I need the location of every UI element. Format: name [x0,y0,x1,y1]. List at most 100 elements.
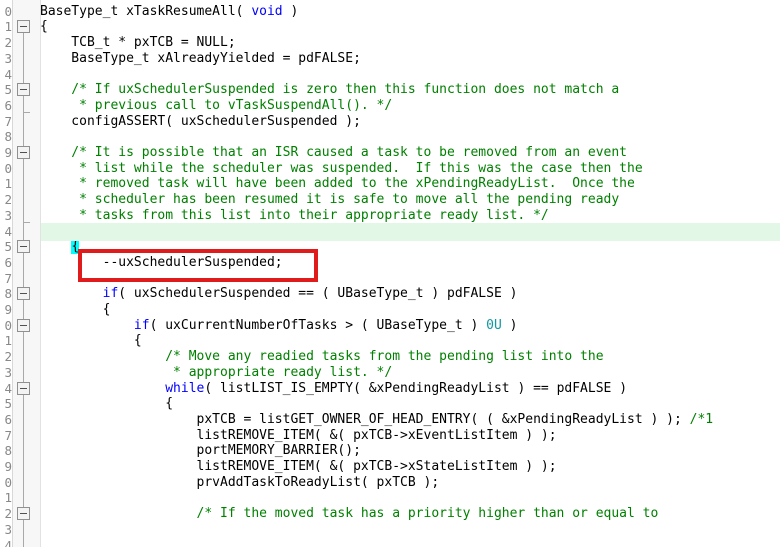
code-token: { [40,396,174,412]
code-keyword: while [165,380,205,396]
code-line[interactable]: if( uxSchedulerSuspended == ( UBaseType_… [40,286,518,302]
fold-collapse-icon[interactable] [17,507,30,521]
line-number: 6 [4,411,12,427]
line-number: 7 [4,113,12,129]
code-line[interactable] [40,129,48,145]
code-token: prvAddTaskToReadyList( pxTCB ); [40,474,440,490]
line-number: 1 [4,333,12,349]
line-number: 3 [4,207,12,223]
code-token: { [40,333,142,349]
code-line[interactable]: * appropriate ready list. */ [40,365,392,381]
code-line[interactable]: /* If uxSchedulerSuspended is zero then … [40,82,619,98]
line-number: 6 [4,97,12,113]
fold-collapse-icon[interactable] [17,146,30,159]
line-number: 7 [4,427,12,443]
line-number: 1 [4,490,12,506]
line-number: 2 [4,506,12,522]
line-number: 3 [4,364,12,380]
line-number: 4 [4,223,12,239]
code-comment: * scheduler has been resumed it is safe … [40,192,620,208]
code-line[interactable]: * tasks from this list into their approp… [40,208,549,224]
line-number: 8 [4,443,12,459]
code-line[interactable]: BaseType_t xTaskResumeAll( void ) [40,4,298,20]
code-line[interactable]: * scheduler has been resumed it is safe … [40,192,619,208]
code-line[interactable] [40,67,48,83]
code-line[interactable]: * list while the scheduler was suspended… [40,161,643,177]
line-number: 0 [4,160,12,176]
code-token: portMEMORY_BARRIER(); [40,443,361,459]
code-editor-window[interactable]: BaseType_t xTaskResumeAll( void ){ TCB_t… [0,0,780,547]
line-number: 4 [4,537,12,547]
line-number: 3 [4,521,12,537]
code-line[interactable] [40,271,48,287]
code-token: ) [501,317,518,333]
code-comment: * appropriate ready list. */ [40,364,393,380]
line-number: 9 [4,459,12,474]
line-number-column: 9012345678901234567890123456789012345678… [0,0,12,547]
code-line[interactable]: while( listLIST_IS_EMPTY( &xPendingReady… [40,381,627,397]
line-number: 4 [4,380,12,396]
code-token: BaseType_t xTaskResumeAll( [40,3,252,19]
code-token: listREMOVE_ITEM( &( pxTCB->xEventListIte… [40,427,557,443]
code-line[interactable]: * previous call to vTaskSuspendAll(). */ [40,98,392,114]
code-line[interactable]: { [40,396,173,412]
code-keyword: if [133,317,150,333]
current-line-highlight [0,222,780,241]
fold-collapse-icon[interactable] [17,318,30,332]
code-line[interactable]: listREMOVE_ITEM( &( pxTCB->xEventListIte… [40,428,557,444]
fold-collapse-icon[interactable] [17,287,30,301]
line-number: 2 [4,192,12,208]
code-number: 0U [486,317,502,333]
line-number: 0 [4,317,12,333]
fold-collapse-icon[interactable] [17,381,30,395]
editor-gutter[interactable]: 9012345678901234567890123456789012345678… [0,0,41,547]
code-line[interactable]: TCB_t * pxTCB = NULL; [40,35,235,51]
code-token: BaseType_t xAlreadyYielded = pdFALSE; [40,50,361,66]
line-number: 1 [4,176,12,192]
code-line[interactable]: { [40,19,48,35]
code-line[interactable]: * removed task will have been added to t… [40,176,635,192]
code-keyword: void [251,3,283,19]
code-line[interactable]: /* If the moved task has a priority high… [40,506,659,522]
line-number: 5 [4,82,12,98]
fold-collapse-icon[interactable] [17,83,30,97]
code-line[interactable]: configASSERT( uxSchedulerSuspended ); [40,114,361,130]
fold-end-tick [23,111,30,113]
code-comment: * tasks from this list into their approp… [40,207,549,223]
code-token: ( listLIST_IS_EMPTY( &xPendingReadyList … [204,380,628,396]
code-line[interactable] [40,490,48,506]
fold-collapse-icon[interactable] [17,20,30,34]
line-number: 2 [4,35,12,51]
code-comment: /* It is possible that an ISR caused a t… [40,145,627,160]
fold-collapse-icon[interactable] [17,240,30,254]
code-line[interactable]: /* It is possible that an ISR caused a t… [40,145,627,161]
line-number: 0 [4,3,12,19]
line-number: 8 [4,129,12,145]
code-folding-column[interactable] [13,0,41,547]
code-comment: * previous call to vTaskSuspendAll(). */ [40,97,393,113]
code-comment: /* If the moved task has a priority high… [40,506,659,522]
code-text-area[interactable]: BaseType_t xTaskResumeAll( void ){ TCB_t… [40,0,780,547]
code-token: configASSERT( uxSchedulerSuspended ); [40,113,361,129]
code-line[interactable]: /* Move any readied tasks from the pendi… [40,349,603,365]
code-token: { [40,302,111,317]
code-line[interactable]: listREMOVE_ITEM( &( pxTCB->xStateListIte… [40,459,557,475]
code-line[interactable]: BaseType_t xAlreadyYielded = pdFALSE; [40,51,361,67]
code-line[interactable]: if( uxCurrentNumberOfTasks > ( UBaseType… [40,317,518,334]
code-comment: /*1 [689,411,714,427]
fold-end-tick [23,221,30,223]
line-number: 8 [4,286,12,302]
code-line[interactable]: prvAddTaskToReadyList( pxTCB ); [40,474,440,491]
code-line[interactable]: { [40,302,111,318]
code-line[interactable]: pxTCB = listGET_OWNER_OF_HEAD_ENTRY( ( &… [40,411,714,428]
code-token: ) [282,3,299,19]
code-keyword: if [102,286,119,302]
code-line[interactable]: --uxSchedulerSuspended; [40,255,283,271]
code-line[interactable]: portMEMORY_BARRIER(); [40,443,361,459]
line-number: 1 [4,19,12,35]
code-line[interactable]: { [40,239,80,255]
code-line[interactable]: { [40,333,142,349]
line-number: 7 [4,270,12,286]
